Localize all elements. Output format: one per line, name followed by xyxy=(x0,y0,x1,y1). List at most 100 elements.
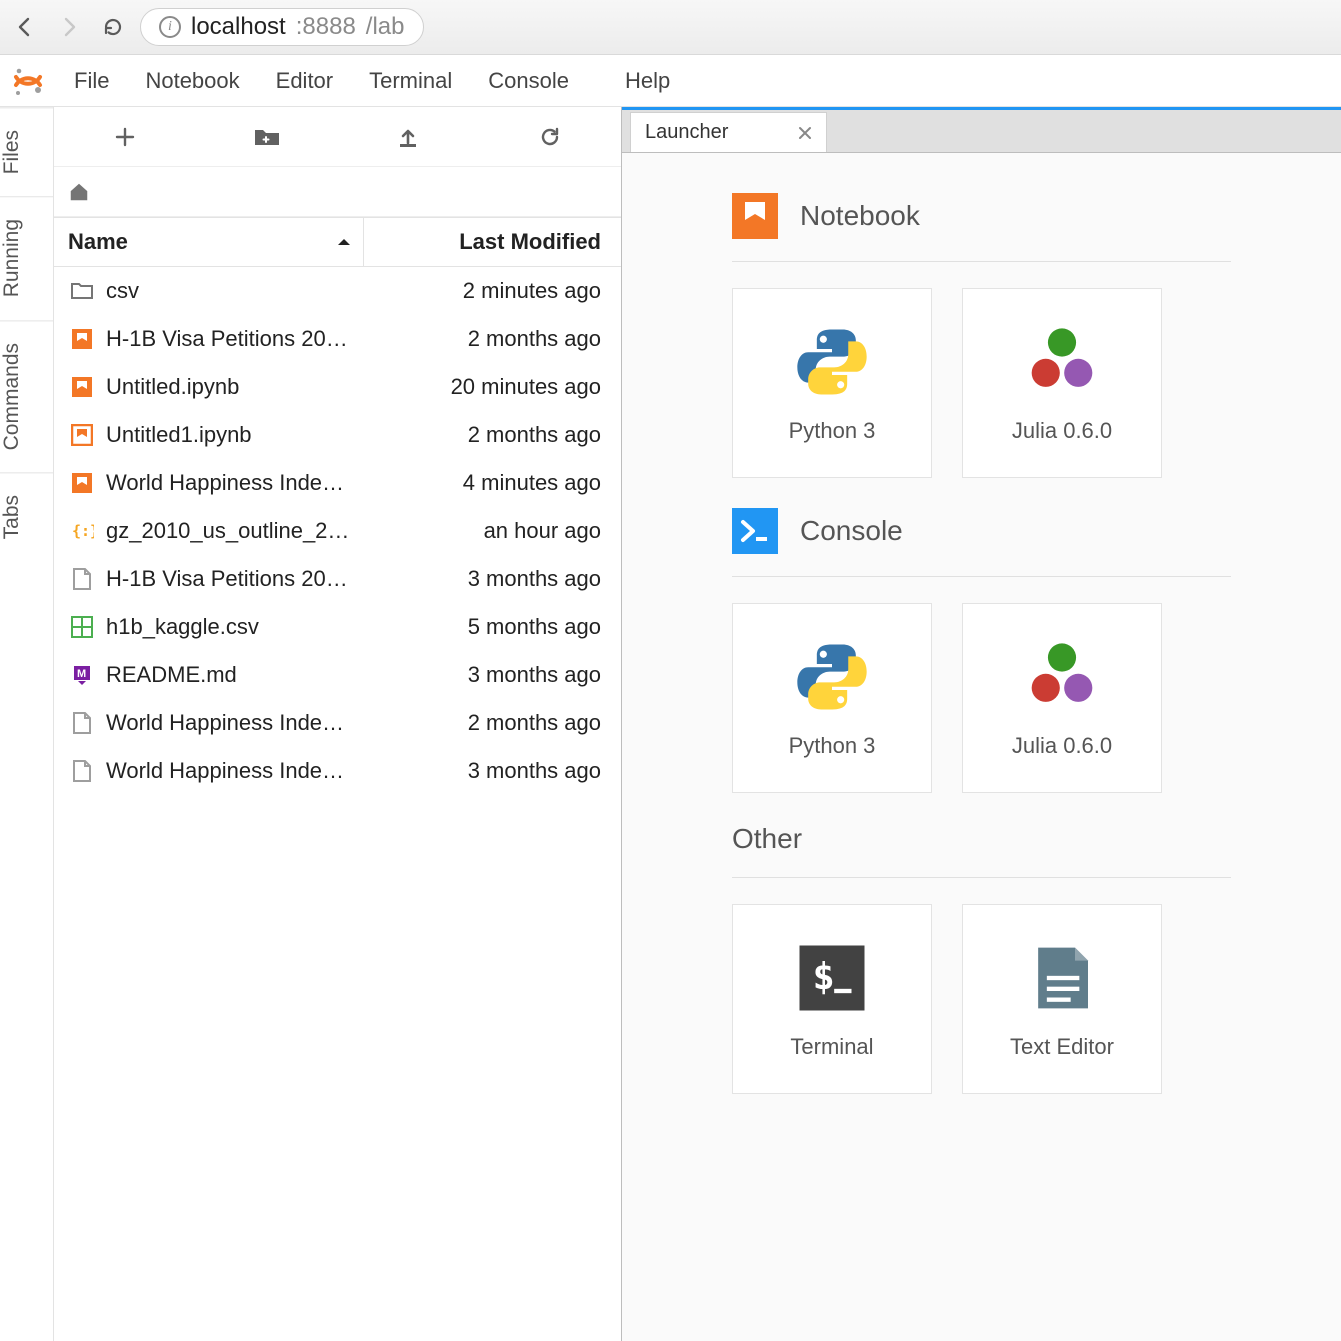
file-name: csv xyxy=(106,278,394,304)
app-menubar: File Notebook Editor Terminal Console He… xyxy=(0,55,1341,107)
launcher-section: Other Terminal Text Editor xyxy=(732,823,1231,1094)
file-modified: 20 minutes ago xyxy=(394,374,621,400)
tab-bar: Launcher xyxy=(622,107,1341,153)
menu-editor[interactable]: Editor xyxy=(258,55,351,106)
card-icon xyxy=(792,322,872,402)
launcher-card[interactable]: Python 3 xyxy=(732,288,932,478)
sidebar-tab-commands[interactable]: Commands xyxy=(0,320,53,472)
card-row: Python 3 Julia 0.6.0 xyxy=(732,603,1231,793)
section-header: Notebook xyxy=(732,193,1231,262)
section-icon xyxy=(732,193,778,239)
file-name: h1b_kaggle.csv xyxy=(106,614,394,640)
file-type-icon xyxy=(68,421,96,449)
section-title: Console xyxy=(800,515,903,547)
file-modified: an hour ago xyxy=(394,518,621,544)
launcher-card[interactable]: Terminal xyxy=(732,904,932,1094)
new-launcher-button[interactable] xyxy=(108,120,142,154)
launcher-card[interactable]: Text Editor xyxy=(962,904,1162,1094)
new-folder-button[interactable] xyxy=(250,120,284,154)
file-modified: 5 months ago xyxy=(394,614,621,640)
header-modified[interactable]: Last Modified xyxy=(364,229,621,255)
close-tab-button[interactable] xyxy=(798,126,812,140)
launcher-panel: NotebookPython 3Julia 0.6.0ConsolePython… xyxy=(622,153,1341,1341)
file-modified: 2 months ago xyxy=(394,326,621,352)
tab-title: Launcher xyxy=(645,121,728,144)
upload-button[interactable] xyxy=(391,120,425,154)
menu-console[interactable]: Console xyxy=(470,55,587,106)
file-modified: 2 minutes ago xyxy=(394,278,621,304)
file-row[interactable]: World Happiness Inde…4 minutes ago xyxy=(54,459,621,507)
file-row[interactable]: H-1B Visa Petitions 20…2 months ago xyxy=(54,315,621,363)
menu-notebook[interactable]: Notebook xyxy=(127,55,257,106)
address-bar[interactable]: i localhost :8888/lab xyxy=(140,8,424,46)
file-row[interactable]: h1b_kaggle.csv5 months ago xyxy=(54,603,621,651)
url-host: localhost xyxy=(191,13,286,41)
url-port: :8888 xyxy=(296,13,356,41)
back-button[interactable] xyxy=(8,10,42,44)
card-icon xyxy=(1022,938,1102,1018)
launcher-card[interactable]: Julia 0.6.0 xyxy=(962,288,1162,478)
menu-file[interactable]: File xyxy=(70,55,127,106)
file-list-header: Name Last Modified xyxy=(54,217,621,267)
reload-button[interactable] xyxy=(96,10,130,44)
file-row[interactable]: World Happiness Inde…3 months ago xyxy=(54,747,621,795)
launcher-card[interactable]: Python 3 xyxy=(732,603,932,793)
card-icon xyxy=(1022,637,1102,717)
file-type-icon: {:} xyxy=(68,517,96,545)
file-type-icon xyxy=(68,565,96,593)
file-row[interactable]: Untitled.ipynb20 minutes ago xyxy=(54,363,621,411)
file-type-icon xyxy=(68,757,96,785)
sidebar-tab-files[interactable]: Files xyxy=(0,107,53,196)
menu-terminal[interactable]: Terminal xyxy=(351,55,470,106)
sort-caret-icon xyxy=(337,237,351,247)
card-row: Terminal Text Editor xyxy=(732,904,1231,1094)
tab-launcher[interactable]: Launcher xyxy=(630,112,827,152)
section-header: Other xyxy=(732,823,1231,878)
file-modified: 2 months ago xyxy=(394,422,621,448)
card-label: Julia 0.6.0 xyxy=(1012,418,1112,444)
sidebar-tab-tabs[interactable]: Tabs xyxy=(0,472,53,561)
file-row[interactable]: MREADME.md3 months ago xyxy=(54,651,621,699)
file-type-icon xyxy=(68,613,96,641)
file-type-icon xyxy=(68,469,96,497)
jupyter-logo-icon xyxy=(6,59,50,103)
file-modified: 3 months ago xyxy=(394,566,621,592)
section-title: Notebook xyxy=(800,200,920,232)
file-row[interactable]: World Happiness Inde…2 months ago xyxy=(54,699,621,747)
card-icon xyxy=(1022,322,1102,402)
home-icon[interactable] xyxy=(68,181,90,203)
breadcrumb[interactable] xyxy=(54,167,621,217)
file-modified: 4 minutes ago xyxy=(394,470,621,496)
file-modified: 3 months ago xyxy=(394,758,621,784)
file-row[interactable]: H-1B Visa Petitions 20…3 months ago xyxy=(54,555,621,603)
file-list: csv2 minutes agoH-1B Visa Petitions 20…2… xyxy=(54,267,621,1341)
file-name: H-1B Visa Petitions 20… xyxy=(106,326,394,352)
file-type-icon xyxy=(68,277,96,305)
file-type-icon xyxy=(68,373,96,401)
file-browser: Name Last Modified csv2 minutes agoH-1B … xyxy=(54,107,622,1341)
file-type-icon: M xyxy=(68,661,96,689)
forward-button[interactable] xyxy=(52,10,86,44)
file-name: gz_2010_us_outline_2… xyxy=(106,518,394,544)
file-row[interactable]: {:} gz_2010_us_outline_2…an hour ago xyxy=(54,507,621,555)
file-modified: 3 months ago xyxy=(394,662,621,688)
section-title: Other xyxy=(732,823,802,855)
header-name[interactable]: Name xyxy=(54,218,364,266)
card-label: Terminal xyxy=(790,1034,873,1060)
card-label: Python 3 xyxy=(789,733,876,759)
file-browser-toolbar xyxy=(54,107,621,167)
card-row: Python 3 Julia 0.6.0 xyxy=(732,288,1231,478)
launcher-section: Console Python 3 Julia 0.6.0 xyxy=(732,508,1231,793)
file-row[interactable]: csv2 minutes ago xyxy=(54,267,621,315)
refresh-button[interactable] xyxy=(533,120,567,154)
file-row[interactable]: Untitled1.ipynb2 months ago xyxy=(54,411,621,459)
url-path: /lab xyxy=(366,13,405,41)
file-modified: 2 months ago xyxy=(394,710,621,736)
menu-help[interactable]: Help xyxy=(607,55,688,106)
card-icon xyxy=(792,637,872,717)
file-name: Untitled.ipynb xyxy=(106,374,394,400)
sidebar-tab-running[interactable]: Running xyxy=(0,196,53,319)
launcher-card[interactable]: Julia 0.6.0 xyxy=(962,603,1162,793)
svg-text:{:}: {:} xyxy=(72,522,94,540)
site-info-icon[interactable]: i xyxy=(159,16,181,38)
